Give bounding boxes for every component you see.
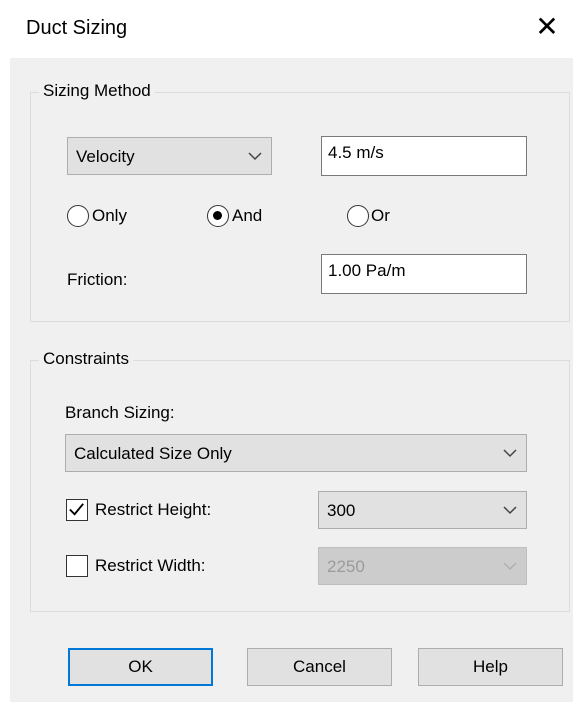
radio-and[interactable] (207, 205, 229, 227)
restrict-width-value: 2250 (327, 557, 365, 576)
radio-and-label[interactable]: And (232, 206, 262, 226)
radio-or[interactable] (347, 205, 369, 227)
constraints-legend: Constraints (39, 349, 133, 369)
branch-sizing-label: Branch Sizing: (65, 403, 175, 422)
branch-sizing-select[interactable]: Calculated Size Only (65, 434, 527, 472)
restrict-height-label[interactable]: Restrict Height: (95, 500, 211, 520)
close-icon[interactable]: ✕ (532, 12, 562, 42)
help-button[interactable]: Help (418, 648, 563, 686)
dialog-body: Sizing Method Velocity 4.5 m/s Only And … (10, 58, 573, 702)
chevron-down-icon (503, 449, 517, 458)
restrict-height-checkbox[interactable] (66, 499, 88, 521)
chevron-down-icon (503, 562, 517, 571)
chevron-down-icon (503, 506, 517, 515)
friction-input[interactable]: 1.00 Pa/m (321, 254, 527, 294)
restrict-width-label[interactable]: Restrict Width: (95, 556, 206, 576)
radio-and-selected-dot (213, 211, 222, 220)
sizing-method-value: Velocity (76, 147, 135, 166)
restrict-width-checkbox[interactable] (66, 555, 88, 577)
branch-sizing-value: Calculated Size Only (74, 444, 232, 463)
constraints-group: Constraints Branch Sizing: Calculated Si… (30, 349, 570, 612)
velocity-value: 4.5 m/s (328, 143, 384, 162)
checkmark-icon (69, 503, 84, 516)
velocity-input[interactable]: 4.5 m/s (321, 136, 527, 176)
friction-value: 1.00 Pa/m (328, 261, 406, 280)
radio-only-label[interactable]: Only (92, 206, 127, 226)
friction-label: Friction: (67, 270, 128, 289)
restrict-width-select: 2250 (318, 547, 527, 585)
radio-only[interactable] (67, 205, 89, 227)
restrict-height-select[interactable]: 300 (318, 491, 527, 529)
radio-or-label[interactable]: Or (371, 206, 390, 226)
cancel-button[interactable]: Cancel (247, 648, 392, 686)
sizing-method-legend: Sizing Method (39, 81, 155, 101)
title-bar: Duct Sizing ✕ (0, 0, 573, 58)
ok-button[interactable]: OK (68, 648, 213, 686)
sizing-method-select[interactable]: Velocity (67, 137, 272, 175)
restrict-height-value: 300 (327, 501, 356, 520)
sizing-method-group: Sizing Method Velocity 4.5 m/s Only And … (30, 81, 570, 322)
chevron-down-icon (248, 152, 262, 161)
dialog-title: Duct Sizing (26, 17, 128, 39)
